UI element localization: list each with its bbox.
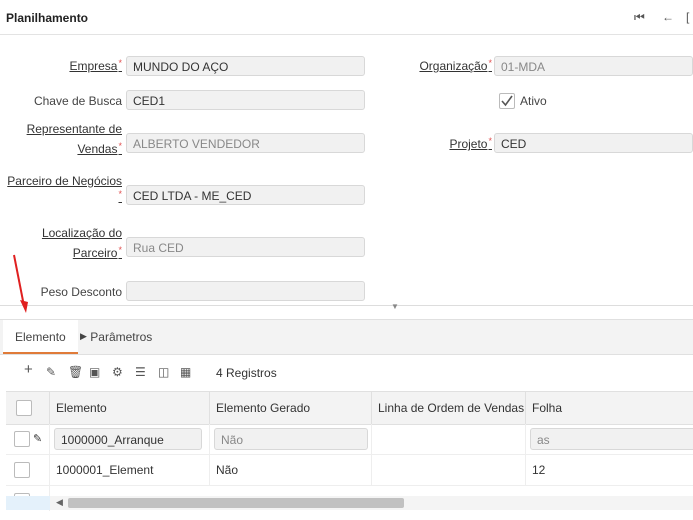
ativo-checkbox[interactable] (499, 93, 515, 109)
parceiro-field[interactable]: CED LTDA - ME_CED (126, 185, 365, 205)
annotation-arrow (13, 254, 28, 313)
select-all-cell (6, 392, 50, 424)
organizacao-label: Organização* (419, 58, 492, 73)
ativo-label: Ativo (520, 94, 547, 108)
check-icon (501, 95, 513, 107)
window-titlebar: Planilhamento ⏮ ← [ (0, 0, 693, 35)
gerado-cell[interactable]: Não (210, 455, 372, 485)
scroll-left-icon[interactable]: ◀ (56, 497, 63, 508)
col-elemento[interactable]: Elemento (50, 392, 210, 424)
folha-cell: as (526, 424, 693, 454)
table-row[interactable]: 1000001_Element Não 12 (6, 455, 693, 486)
settings-icon[interactable]: ⚙ (112, 365, 123, 379)
folha-cell[interactable]: 12 (526, 455, 693, 485)
linha-cell[interactable] (372, 455, 526, 485)
horizontal-scrollbar[interactable]: ◀ (6, 496, 693, 510)
add-icon[interactable]: + (24, 362, 33, 377)
row-checkbox[interactable] (14, 462, 30, 478)
elemento-grid: Elemento Elemento Gerado Linha de Ordem … (6, 391, 693, 511)
table-row[interactable]: ✎ 1000000_Arranque Não as (6, 424, 693, 455)
delete-icon[interactable]: 🗑 (68, 365, 83, 379)
col-linha-ordem[interactable]: Linha de Ordem de Vendas (372, 392, 526, 424)
header-form: Empresa* MUNDO DO AÇO Organização* 01-MD… (0, 35, 693, 305)
first-record-icon[interactable]: ⏮ (634, 10, 645, 25)
elemento-input[interactable]: 1000000_Arranque (54, 428, 202, 450)
list-icon[interactable]: ☰ (135, 365, 146, 379)
expand-icon: ▶ (80, 331, 87, 341)
tab-parametros[interactable]: ▶ Parâmetros (80, 320, 152, 354)
projeto-field[interactable]: CED (494, 133, 693, 153)
organizacao-field[interactable]: 01-MDA (494, 56, 693, 76)
grid-header: Elemento Elemento Gerado Linha de Ordem … (6, 391, 693, 425)
panel-divider (0, 305, 693, 306)
grid-icon[interactable]: ▦ (180, 365, 191, 379)
col-elemento-gerado[interactable]: Elemento Gerado (210, 392, 372, 424)
peso-desconto-field[interactable] (126, 281, 365, 301)
record-count: 4 Registros (216, 366, 277, 380)
linha-cell[interactable] (372, 424, 526, 454)
chave-busca-field[interactable]: CED1 (126, 90, 365, 110)
col-folha[interactable]: Folha (526, 392, 693, 424)
projeto-label: Projeto* (449, 136, 492, 151)
edit-row-icon[interactable]: ✎ (33, 424, 42, 454)
empresa-field[interactable]: MUNDO DO AÇO (126, 56, 365, 76)
collapse-icon[interactable]: ▼ (391, 302, 399, 311)
elemento-cell: 1000000_Arranque (50, 424, 210, 454)
select-all-checkbox[interactable] (16, 400, 32, 416)
representante-field[interactable]: ALBERTO VENDEDOR (126, 133, 365, 153)
grid-toolbar: + ✎ 🗑 ▣ ⚙ ☰ ◫ ▦ (0, 360, 693, 386)
row-select-cell (6, 455, 50, 485)
gerado-input[interactable]: Não (214, 428, 368, 450)
scroll-corner (6, 496, 50, 510)
split-view-icon[interactable]: ◫ (158, 365, 169, 379)
save-icon[interactable]: ▣ (89, 365, 100, 379)
row-checkbox[interactable] (14, 431, 30, 447)
gerado-cell: Não (210, 424, 372, 454)
next-icon[interactable]: [ (686, 10, 689, 24)
detail-tabs: Elemento ▶ Parâmetros (0, 319, 693, 355)
localizacao-field[interactable]: Rua CED (126, 237, 365, 257)
edit-icon[interactable]: ✎ (46, 365, 56, 379)
elemento-cell[interactable]: 1000001_Element (50, 455, 210, 485)
arrow-left-icon[interactable]: ← (662, 10, 674, 24)
row-select-cell: ✎ (6, 424, 50, 454)
scrollbar-thumb[interactable] (68, 498, 404, 508)
folha-input[interactable]: as (530, 428, 693, 450)
